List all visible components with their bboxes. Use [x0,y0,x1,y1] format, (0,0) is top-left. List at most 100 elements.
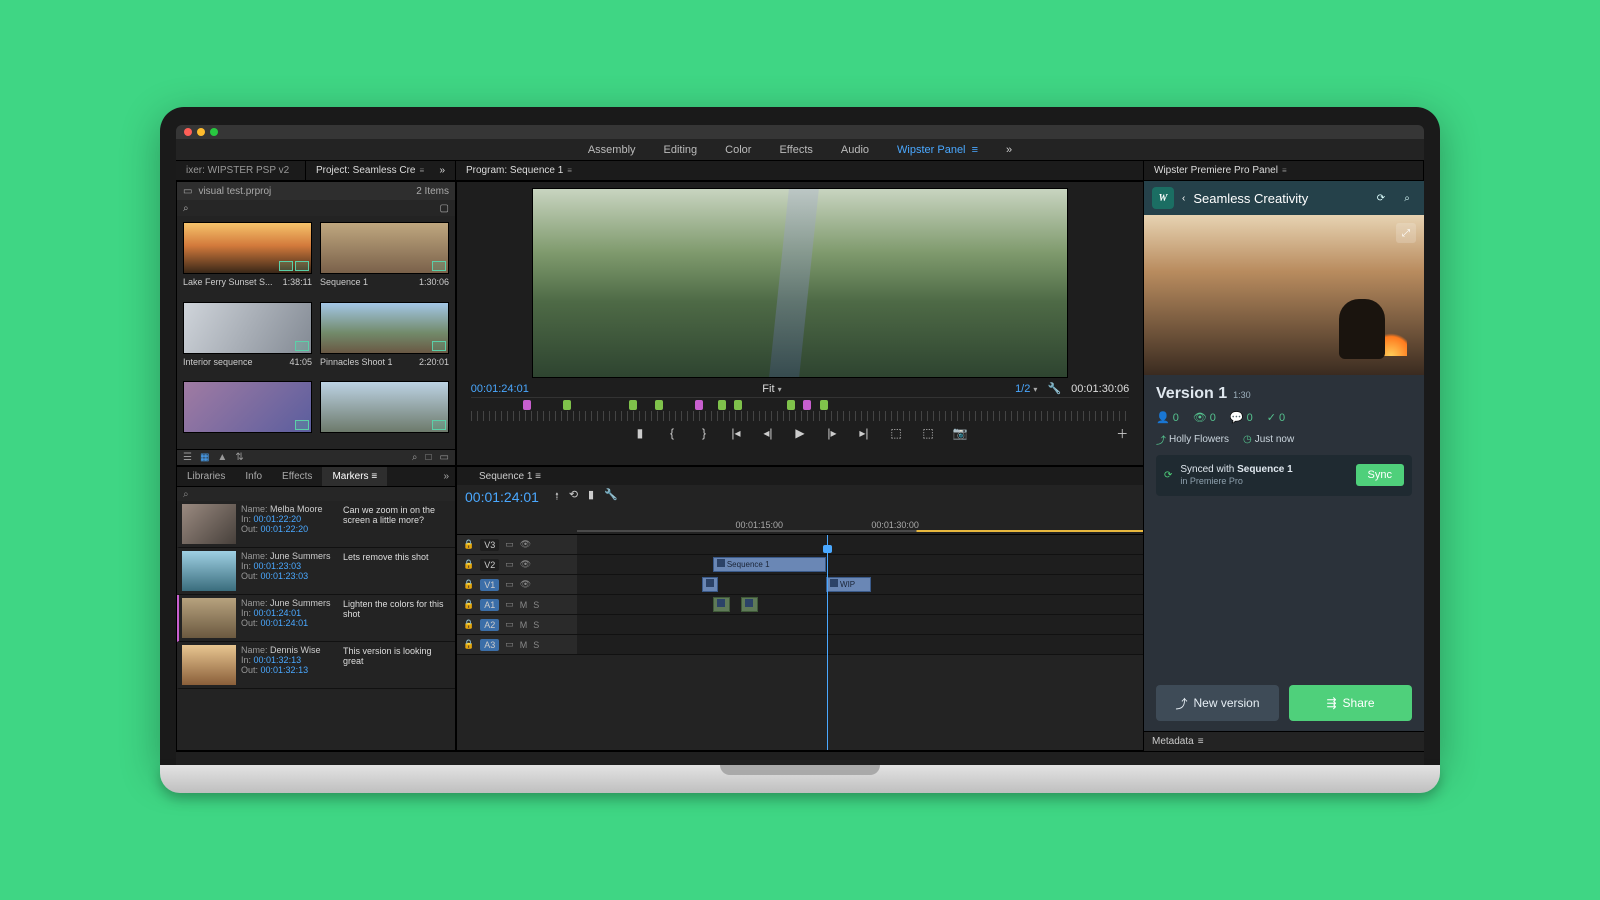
zoom-dropdown[interactable]: 1/2 ▾ [1015,383,1037,395]
mute-icon[interactable]: M [520,600,528,610]
track-header[interactable]: 🔒 V3 ▭ 👁 [457,535,577,554]
tab-libraries[interactable]: Libraries [177,467,235,486]
search-icon[interactable]: ⌕ [1398,189,1416,207]
settings-icon[interactable]: 🔧 [604,488,618,507]
settings-wrench-icon[interactable]: 🔧 [1047,382,1061,395]
project-tab[interactable]: Project: Seamless Cre ≡ » [306,161,456,180]
timeline-marker[interactable] [826,509,834,519]
track-body[interactable] [577,615,1143,634]
solo-icon[interactable]: S [533,620,539,630]
track-toggle[interactable]: V1 [480,579,499,591]
menu-audio[interactable]: Audio [841,144,869,156]
mark-out-icon[interactable]: } [697,426,711,440]
program-marker[interactable] [803,400,811,410]
menu-effects[interactable]: Effects [779,144,812,156]
program-marker-strip[interactable] [471,397,1130,411]
snap-icon[interactable]: ⭫ [555,488,559,507]
step-forward-icon[interactable]: |▸ [825,426,839,440]
timeline-clip[interactable] [702,577,719,592]
sort-icon[interactable]: ⇅ [235,452,243,463]
track-body[interactable] [577,595,1143,614]
menu-assembly[interactable]: Assembly [588,144,636,156]
sync-lock-icon[interactable]: ▭ [505,559,514,570]
track-header[interactable]: 🔒 A3 ▭ MS [457,635,577,654]
program-marker[interactable] [820,400,828,410]
media-clip[interactable]: Pinnacles Shoot 12:20:01 [320,302,449,374]
minimize-traffic-light[interactable] [197,128,205,136]
timeline-ruler[interactable]: 00:01:15:0000:01:30:00 [577,520,1143,534]
new-item-icon[interactable]: ▭ [440,452,449,463]
close-traffic-light[interactable] [184,128,192,136]
program-marker[interactable] [734,400,742,410]
timeline-clip[interactable]: WIP [826,577,871,592]
program-ruler[interactable] [471,411,1130,421]
automate-icon[interactable]: ⌕ [412,452,418,463]
track-toggle[interactable]: V3 [480,539,499,551]
mark-in-icon[interactable]: { [665,426,679,440]
sync-lock-icon[interactable]: ▭ [505,579,514,590]
marker-row[interactable]: Name: June Summers In: 00:01:24:01 Out: … [177,595,455,642]
media-clip[interactable] [183,381,312,443]
step-back-icon[interactable]: ◂| [761,426,775,440]
freeform-view-icon[interactable]: ▲ [217,452,227,463]
media-clip[interactable]: Interior sequence41:05 [183,302,312,374]
marker-row[interactable]: Name: Melba Moore In: 00:01:22:20 Out: 0… [177,501,455,548]
fit-dropdown[interactable]: Fit ▾ [762,383,781,395]
timeline-clip[interactable]: Sequence 1 [713,557,826,572]
menu-overflow-icon[interactable]: » [1006,144,1012,156]
toggle-output-icon[interactable]: 👁 [520,579,531,590]
timeline-marker[interactable] [713,509,721,519]
program-marker[interactable] [718,400,726,410]
marker-row[interactable]: Name: Dennis Wise In: 00:01:32:13 Out: 0… [177,642,455,689]
sync-lock-icon[interactable]: ▭ [505,539,514,550]
tab-overflow-icon[interactable]: » [437,471,455,482]
track-header[interactable]: 🔒 V1 ▭ 👁 [457,575,577,594]
track-body[interactable]: Sequence 1 [577,555,1143,574]
playhead[interactable] [827,535,828,750]
timeline-ruler-area[interactable]: 00:01:15:0000:01:30:00 [457,509,1143,535]
program-marker[interactable] [695,400,703,410]
track-toggle[interactable]: V2 [480,559,499,571]
track-body[interactable] [577,535,1143,554]
refresh-icon[interactable]: ⟳ [1372,189,1390,207]
go-to-in-icon[interactable]: |◂ [729,426,743,440]
timeline-clip[interactable] [741,597,758,612]
lock-icon[interactable]: 🔒 [463,619,474,630]
sync-lock-icon[interactable]: ▭ [505,639,514,650]
media-clip[interactable]: Sequence 11:30:06 [320,222,449,294]
wipster-preview-image[interactable]: ⤢ [1144,215,1424,375]
timeline-marker[interactable] [803,509,811,519]
back-chevron-icon[interactable]: ‹ [1182,193,1185,204]
program-marker[interactable] [563,400,571,410]
menu-color[interactable]: Color [725,144,751,156]
search-icon[interactable]: ⌕ [183,203,189,214]
button-editor-icon[interactable]: ＋ [1115,426,1129,440]
solo-icon[interactable]: S [533,640,539,650]
export-frame-icon[interactable]: 📷 [953,426,967,440]
share-button[interactable]: ⇶Share [1289,685,1412,721]
linked-selection-icon[interactable]: ⟲ [569,488,578,507]
sync-lock-icon[interactable]: ▭ [505,599,514,610]
play-icon[interactable]: ▶ [793,426,807,440]
toggle-output-icon[interactable]: 👁 [520,559,531,570]
add-marker-icon[interactable]: ▮ [633,426,647,440]
program-marker[interactable] [629,400,637,410]
program-marker[interactable] [523,400,531,410]
marker-icon[interactable]: ▮ [588,488,594,507]
metadata-tab[interactable]: Metadata ≡ [1144,731,1424,751]
wipster-logo[interactable]: W [1152,187,1174,209]
lift-icon[interactable]: ⬚ [889,426,903,440]
program-marker[interactable] [655,400,663,410]
extract-icon[interactable]: ⬚ [921,426,935,440]
icon-view-icon[interactable]: ▦ [200,452,209,463]
tab-info[interactable]: Info [235,467,272,486]
sync-button[interactable]: Sync [1356,464,1404,486]
new-version-button[interactable]: ⤴New version [1156,685,1279,721]
lock-icon[interactable]: 🔒 [463,579,474,590]
track-toggle[interactable]: A1 [480,599,499,611]
mute-icon[interactable]: M [520,640,528,650]
work-area-bar[interactable] [577,530,1143,532]
lock-icon[interactable]: 🔒 [463,539,474,550]
timeline-timecode[interactable]: 00:01:24:01 [457,485,547,509]
track-header[interactable]: 🔒 A1 ▭ MS [457,595,577,614]
